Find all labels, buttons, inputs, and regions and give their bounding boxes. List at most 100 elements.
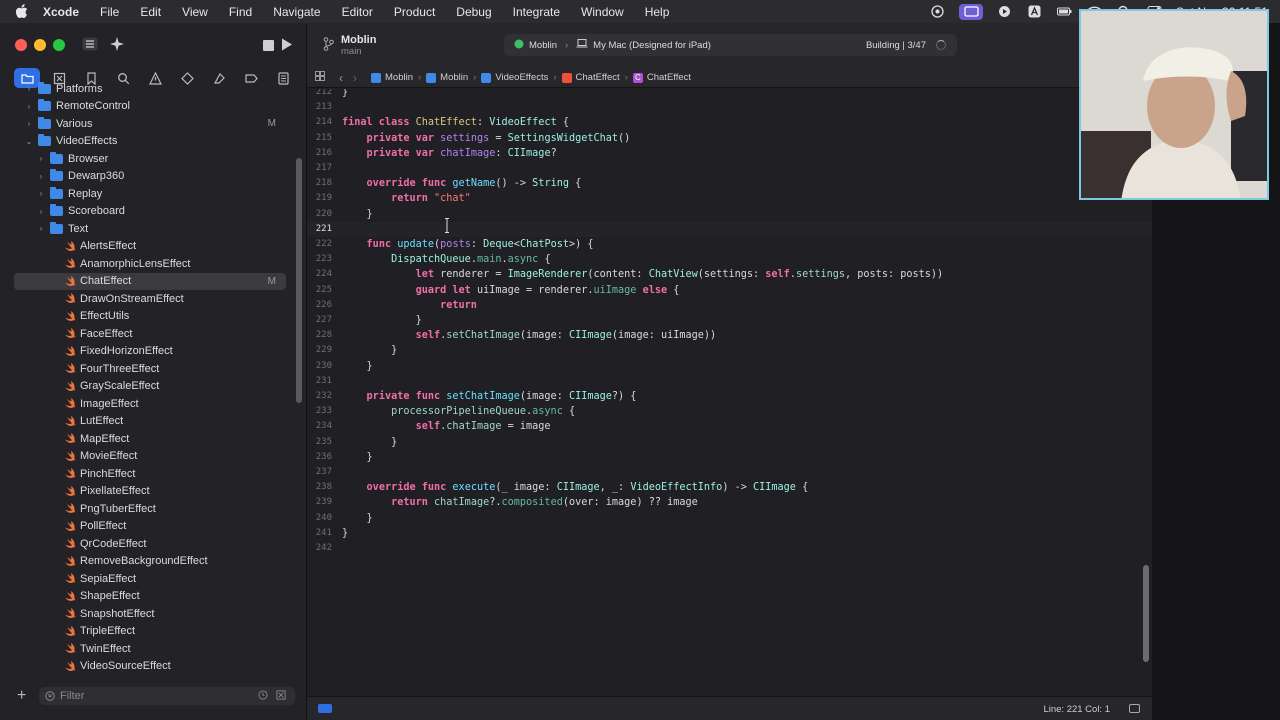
menu-help[interactable]: Help xyxy=(645,5,670,19)
sidebar-item-remotecontrol[interactable]: › RemoteControl xyxy=(14,98,286,116)
code-line[interactable]: 235 } xyxy=(307,435,1152,450)
code-line[interactable]: 237 xyxy=(307,465,1152,480)
menu-editor[interactable]: Editor xyxy=(342,5,373,19)
line-number[interactable]: 212 xyxy=(307,89,332,100)
line-number[interactable]: 220 xyxy=(307,207,332,222)
code-line[interactable]: 214 final class ChatEffect: VideoEffect { xyxy=(307,115,1152,130)
code-line[interactable]: 228 self.setChatImage(image: CIImage(ima… xyxy=(307,328,1152,343)
line-number[interactable]: 232 xyxy=(307,389,332,404)
screen-record-icon[interactable] xyxy=(959,3,983,20)
line-number[interactable]: 219 xyxy=(307,191,332,206)
sidebar-item-movieeffect[interactable]: MovieEffect xyxy=(14,448,286,466)
code-line[interactable]: 213 xyxy=(307,100,1152,115)
close-window-button[interactable] xyxy=(15,39,27,51)
sidebar-scrollbar[interactable] xyxy=(296,158,302,403)
destination-selector[interactable]: My Mac (Designed for iPad) xyxy=(576,39,711,51)
source-control-filter-icon[interactable] xyxy=(276,690,286,700)
line-number[interactable]: 238 xyxy=(307,480,332,495)
line-number[interactable]: 227 xyxy=(307,313,332,328)
sidebar-item-text[interactable]: › Text xyxy=(14,220,286,238)
code-line[interactable]: 239 return chatImage?.composited(over: i… xyxy=(307,495,1152,510)
menu-debug[interactable]: Debug xyxy=(456,5,491,19)
add-file-button[interactable]: + xyxy=(17,687,31,705)
line-number[interactable]: 236 xyxy=(307,450,332,465)
sidebar-item-various[interactable]: › Various M xyxy=(14,115,286,133)
line-number[interactable]: 225 xyxy=(307,283,332,298)
sidebar-item-mapeffect[interactable]: MapEffect xyxy=(14,430,286,448)
project-title[interactable]: Moblin main xyxy=(341,34,376,58)
debug-area-toggle-icon[interactable] xyxy=(318,704,332,713)
disclosure-closed-icon[interactable]: › xyxy=(36,224,46,233)
run-button[interactable] xyxy=(281,38,293,56)
line-number[interactable]: 233 xyxy=(307,404,332,419)
line-number[interactable]: 221 xyxy=(307,222,332,237)
line-number[interactable]: 222 xyxy=(307,237,332,252)
menu-app-name[interactable]: Xcode xyxy=(43,5,79,19)
input-source-icon[interactable] xyxy=(1026,5,1043,18)
sidebar-item-replay[interactable]: › Replay xyxy=(14,185,286,203)
sidebar-item-twineffect[interactable]: TwinEffect xyxy=(14,640,286,658)
sidebar-item-drawonstreameffect[interactable]: DrawOnStreamEffect xyxy=(14,290,286,308)
code-line[interactable]: 215 private var settings = SettingsWidge… xyxy=(307,131,1152,146)
code-line[interactable]: 227 } xyxy=(307,313,1152,328)
line-number[interactable]: 228 xyxy=(307,328,332,343)
code-line[interactable]: 218 override func getName() -> String { xyxy=(307,176,1152,191)
line-number[interactable]: 216 xyxy=(307,146,332,161)
sidebar-item-anamorphiclenseffect[interactable]: AnamorphicLensEffect xyxy=(14,255,286,273)
sidebar-item-alertseffect[interactable]: AlertsEffect xyxy=(14,238,286,256)
sidebar-item-browser[interactable]: › Browser xyxy=(14,150,286,168)
back-chevron-icon[interactable]: ‹ xyxy=(339,71,343,85)
code-line[interactable]: 224 let renderer = ImageRenderer(content… xyxy=(307,267,1152,282)
code-line[interactable]: 241} xyxy=(307,526,1152,541)
sidebar-item-qrcodeeffect[interactable]: QrCodeEffect xyxy=(14,535,286,553)
sidebar-item-dewarp360[interactable]: › Dewarp360 xyxy=(14,168,286,186)
sidebar-item-pixellateeffect[interactable]: PixellateEffect xyxy=(14,483,286,501)
jump-file[interactable]: ChatEffect xyxy=(561,72,620,83)
line-number[interactable]: 218 xyxy=(307,176,332,191)
code-line[interactable]: 230 } xyxy=(307,359,1152,374)
line-number[interactable]: 230 xyxy=(307,359,332,374)
code-line[interactable]: 240 } xyxy=(307,511,1152,526)
code-line[interactable]: 216 private var chatImage: CIImage? xyxy=(307,146,1152,161)
code-line[interactable]: 236 } xyxy=(307,450,1152,465)
disclosure-closed-icon[interactable]: › xyxy=(24,119,34,128)
sidebar-item-videoeffects[interactable]: ⌄ VideoEffects xyxy=(14,133,286,151)
editor-scrollbar[interactable] xyxy=(1143,565,1149,662)
disclosure-closed-icon[interactable]: › xyxy=(24,102,34,111)
line-number[interactable]: 235 xyxy=(307,435,332,450)
code-line[interactable]: 229 } xyxy=(307,343,1152,358)
forward-chevron-icon[interactable]: › xyxy=(353,71,357,85)
sidebar-item-chateffect[interactable]: ChatEffect M xyxy=(14,272,286,290)
sidebar-item-videosourceeffect[interactable]: VideoSourceEffect xyxy=(14,658,286,676)
code-line[interactable]: 226 return xyxy=(307,298,1152,313)
jump-project[interactable]: Moblin xyxy=(371,72,413,83)
line-number[interactable]: 234 xyxy=(307,419,332,434)
menu-product[interactable]: Product xyxy=(394,5,435,19)
jump-symbol[interactable]: C ChatEffect xyxy=(632,72,691,83)
filter-field[interactable]: Filter xyxy=(39,687,295,705)
code-line[interactable]: 221 xyxy=(307,221,1152,237)
line-number[interactable]: 231 xyxy=(307,374,332,389)
line-number[interactable]: 226 xyxy=(307,298,332,313)
sidebar-item-platforms[interactable]: › Platforms xyxy=(14,80,286,98)
line-number[interactable]: 214 xyxy=(307,115,332,130)
disclosure-open-icon[interactable]: ⌄ xyxy=(24,137,34,146)
sidebar-item-pincheffect[interactable]: PinchEffect xyxy=(14,465,286,483)
line-number[interactable]: 229 xyxy=(307,343,332,358)
line-number[interactable]: 240 xyxy=(307,511,332,526)
play-circle-icon[interactable] xyxy=(996,5,1013,18)
sidebar-item-shapeeffect[interactable]: ShapeEffect xyxy=(14,588,286,606)
sidebar-item-scoreboard[interactable]: › Scoreboard xyxy=(14,203,286,221)
line-number[interactable]: 217 xyxy=(307,161,332,176)
jump-folder[interactable]: VideoEffects xyxy=(481,72,548,83)
sparkle-icon[interactable] xyxy=(110,37,124,56)
sidebar-item-pngtubereffect[interactable]: PngTuberEffect xyxy=(14,500,286,518)
code-line[interactable]: 220 } xyxy=(307,207,1152,222)
sidebar-item-imageeffect[interactable]: ImageEffect xyxy=(14,395,286,413)
menu-edit[interactable]: Edit xyxy=(140,5,161,19)
code-line[interactable]: 234 self.chatImage = image xyxy=(307,419,1152,434)
sidebar-item-fixedhorizoneffect[interactable]: FixedHorizonEffect xyxy=(14,343,286,361)
recent-files-icon[interactable] xyxy=(258,690,268,700)
sidebar-item-effectutils[interactable]: EffectUtils xyxy=(14,308,286,326)
code-line[interactable]: 217 xyxy=(307,161,1152,176)
